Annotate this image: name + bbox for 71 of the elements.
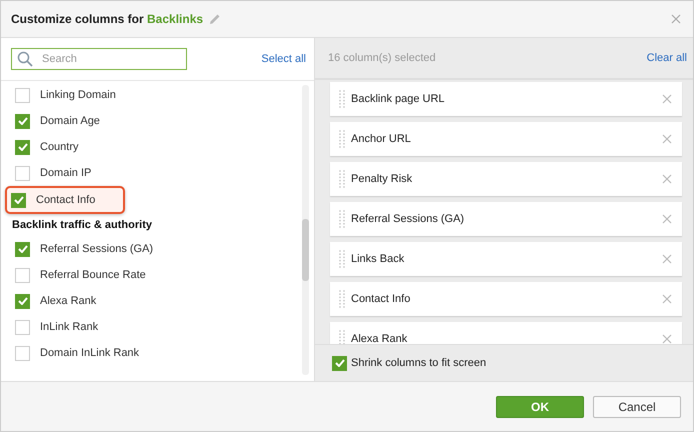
cancel-button[interactable]: Cancel [593, 396, 681, 418]
option-label: Country [40, 141, 79, 153]
checkbox[interactable] [15, 320, 30, 334]
column-label: Anchor URL [351, 133, 411, 145]
checkbox[interactable] [15, 242, 30, 256]
shrink-label: Shrink columns to fit screen [351, 357, 486, 369]
close-icon[interactable] [671, 14, 681, 24]
column-option[interactable]: Domain InLink Rank [5, 340, 302, 366]
checkbox[interactable] [15, 140, 30, 154]
option-label: Referral Sessions (GA) [40, 243, 154, 255]
checkbox[interactable] [15, 114, 30, 128]
checkbox[interactable] [15, 346, 30, 360]
remove-icon[interactable] [662, 174, 672, 184]
remove-icon[interactable] [662, 134, 672, 144]
column-card[interactable]: Penalty Risk [330, 162, 682, 196]
column-option[interactable]: Country [5, 134, 302, 160]
checkbox[interactable] [11, 192, 26, 208]
column-option[interactable]: Domain IP [5, 160, 302, 186]
option-label: Domain Age [40, 115, 100, 127]
checkbox[interactable] [332, 356, 347, 370]
drag-handle-icon[interactable] [339, 130, 345, 148]
column-option[interactable]: Referral Bounce Rate [5, 262, 302, 288]
highlighted-option[interactable]: Contact Info [5, 186, 126, 214]
column-option[interactable]: InLink Rank [5, 314, 302, 340]
checkbox[interactable] [15, 294, 30, 308]
option-label: Linking Domain [40, 89, 116, 101]
column-card[interactable]: Backlink page URL [330, 82, 682, 116]
pencil-icon[interactable] [209, 13, 222, 25]
remove-icon[interactable] [662, 294, 672, 304]
option-label: Contact Info [36, 194, 96, 206]
column-label: Backlink page URL [351, 93, 445, 105]
checkbox[interactable] [15, 268, 30, 282]
drag-handle-icon[interactable] [339, 330, 345, 344]
column-card[interactable]: Links Back [330, 242, 682, 276]
option-label: Domain IP [40, 167, 92, 179]
scrollbar[interactable] [302, 85, 309, 375]
checkbox[interactable] [15, 88, 30, 102]
checkbox[interactable] [15, 166, 30, 180]
clear-all-link[interactable]: Clear all [646, 52, 687, 64]
column-card[interactable]: Contact Info [330, 282, 682, 316]
remove-icon[interactable] [662, 94, 672, 104]
group-heading: Backlink traffic & authority [11, 218, 153, 233]
drag-handle-icon[interactable] [339, 210, 345, 228]
remove-icon[interactable] [662, 214, 672, 224]
column-option[interactable]: Domain Age [5, 108, 302, 134]
column-label: Contact Info [351, 293, 410, 305]
drag-handle-icon[interactable] [339, 250, 345, 268]
column-option[interactable]: Linking Domain [5, 82, 302, 108]
column-option[interactable]: Referral Sessions (GA) [5, 236, 302, 262]
column-option[interactable]: Alexa Rank [5, 288, 302, 314]
column-label: Links Back [351, 253, 404, 265]
option-label: Referral Bounce Rate [40, 269, 146, 281]
column-label: Referral Sessions (GA) [351, 213, 464, 225]
drag-handle-icon[interactable] [339, 290, 345, 308]
column-label: Alexa Rank [351, 333, 408, 344]
remove-icon[interactable] [662, 254, 672, 264]
option-label: InLink Rank [40, 321, 98, 333]
dialog-title: Customize columns for Backlinks [11, 12, 204, 26]
option-label: Domain InLink Rank [40, 347, 140, 359]
selected-count: 16 column(s) selected [328, 52, 436, 64]
remove-icon[interactable] [662, 334, 672, 344]
select-all-link[interactable]: Select all [261, 53, 306, 65]
drag-handle-icon[interactable] [339, 90, 345, 108]
column-card[interactable]: Referral Sessions (GA) [330, 202, 682, 236]
drag-handle-icon[interactable] [339, 170, 345, 188]
column-label: Penalty Risk [351, 173, 412, 185]
scrollbar-thumb[interactable] [302, 219, 309, 281]
option-label: Alexa Rank [40, 295, 96, 307]
search-field[interactable]: Search [11, 48, 187, 70]
column-card[interactable]: Anchor URL [330, 122, 682, 156]
column-card[interactable]: Alexa Rank [330, 322, 682, 344]
